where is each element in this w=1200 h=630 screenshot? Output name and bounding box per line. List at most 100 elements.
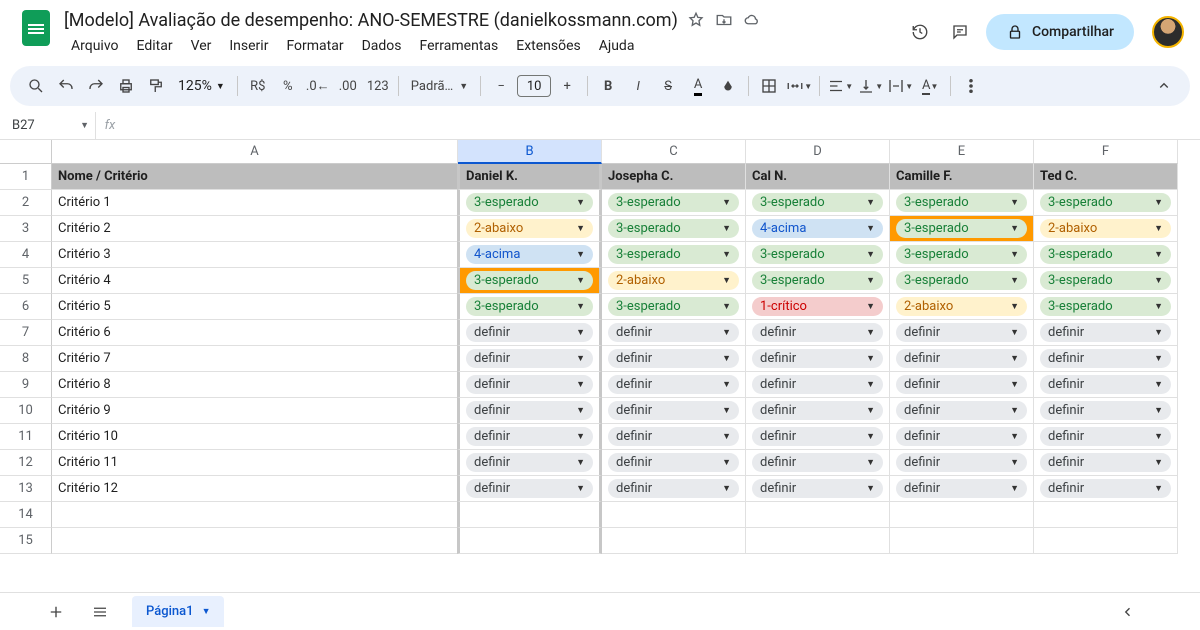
sheets-logo[interactable] (16, 8, 56, 48)
row-header-3[interactable]: 3 (0, 216, 52, 242)
col-header-B[interactable]: B (458, 140, 602, 164)
rating-chip[interactable]: definir▼ (1040, 323, 1171, 342)
rating-chip[interactable]: definir▼ (752, 427, 883, 446)
rating-chip[interactable]: 3-esperado▼ (466, 297, 593, 316)
rating-chip[interactable]: definir▼ (752, 479, 883, 498)
header-cell[interactable]: Nome / Critério (52, 164, 458, 190)
data-cell[interactable]: definir▼ (890, 476, 1034, 502)
percent-button[interactable]: % (274, 72, 302, 100)
data-cell[interactable]: definir▼ (1034, 372, 1178, 398)
col-header-F[interactable]: F (1034, 140, 1178, 164)
rating-chip[interactable]: definir▼ (752, 349, 883, 368)
menu-extensões[interactable]: Extensões (509, 34, 588, 58)
header-cell[interactable]: Ted C. (1034, 164, 1178, 190)
rating-chip[interactable]: 3-esperado▼ (608, 297, 739, 316)
rating-chip[interactable]: 3-esperado▼ (608, 219, 739, 238)
rating-chip[interactable]: definir▼ (896, 323, 1027, 342)
rating-chip[interactable]: definir▼ (608, 323, 739, 342)
row-header-6[interactable]: 6 (0, 294, 52, 320)
row-header-15[interactable]: 15 (0, 528, 52, 554)
data-cell[interactable]: definir▼ (1034, 346, 1178, 372)
criteria-label[interactable]: Critério 7 (52, 346, 458, 372)
select-all-corner[interactable] (0, 140, 52, 164)
rating-chip[interactable]: 3-esperado▼ (896, 271, 1027, 290)
data-cell[interactable]: 2-abaixo▼ (890, 294, 1034, 320)
criteria-label[interactable]: Critério 10 (52, 424, 458, 450)
rating-chip[interactable]: definir▼ (752, 453, 883, 472)
font-size-input[interactable]: 10 (517, 75, 551, 97)
header-cell[interactable]: Josepha C. (602, 164, 746, 190)
row-header-11[interactable]: 11 (0, 424, 52, 450)
rating-chip[interactable]: definir▼ (466, 401, 593, 420)
more-formats-button[interactable]: 123 (364, 72, 392, 100)
wrap-button[interactable]: ▼ (886, 72, 914, 100)
data-cell[interactable]: 3-esperado▼ (1034, 190, 1178, 216)
rating-chip[interactable]: definir▼ (466, 323, 593, 342)
rating-chip[interactable]: definir▼ (896, 349, 1027, 368)
zoom-select[interactable]: 125%▼ (172, 78, 231, 94)
data-cell[interactable]: 3-esperado▼ (746, 268, 890, 294)
rating-chip[interactable]: definir▼ (896, 479, 1027, 498)
row-header-12[interactable]: 12 (0, 450, 52, 476)
data-cell[interactable] (602, 502, 746, 528)
rating-chip[interactable]: 3-esperado▼ (466, 271, 593, 290)
rating-chip[interactable]: definir▼ (752, 323, 883, 342)
menu-ver[interactable]: Ver (184, 34, 219, 58)
data-cell[interactable]: definir▼ (1034, 424, 1178, 450)
account-avatar[interactable] (1152, 16, 1184, 48)
data-cell[interactable]: definir▼ (746, 450, 890, 476)
data-cell[interactable]: 3-esperado▼ (746, 242, 890, 268)
rating-chip[interactable]: 3-esperado▼ (752, 271, 883, 290)
borders-button[interactable] (755, 72, 783, 100)
data-cell[interactable]: definir▼ (746, 476, 890, 502)
row-header-13[interactable]: 13 (0, 476, 52, 502)
sheet-tab[interactable]: Página1▼ (132, 596, 224, 627)
data-cell[interactable]: 3-esperado▼ (1034, 294, 1178, 320)
rating-chip[interactable]: 2-abaixo▼ (896, 297, 1027, 316)
criteria-label[interactable]: Critério 11 (52, 450, 458, 476)
criteria-label[interactable]: Critério 1 (52, 190, 458, 216)
strikethrough-button[interactable]: S (654, 72, 682, 100)
rating-chip[interactable]: 4-acima▼ (466, 245, 593, 264)
data-cell[interactable]: definir▼ (746, 398, 890, 424)
increase-decimal-icon[interactable]: .00 (334, 72, 362, 100)
data-cell[interactable]: 4-acima▼ (746, 216, 890, 242)
data-cell[interactable] (746, 528, 890, 554)
data-cell[interactable]: definir▼ (746, 320, 890, 346)
menu-editar[interactable]: Editar (130, 34, 180, 58)
data-cell[interactable]: 3-esperado▼ (890, 268, 1034, 294)
increase-font-icon[interactable]: + (553, 72, 581, 100)
header-cell[interactable]: Cal N. (746, 164, 890, 190)
text-color-button[interactable]: A (684, 72, 712, 100)
rating-chip[interactable]: 3-esperado▼ (608, 245, 739, 264)
scroll-left-icon[interactable] (1116, 600, 1140, 624)
rating-chip[interactable]: 3-esperado▼ (896, 245, 1027, 264)
data-cell[interactable]: definir▼ (457, 320, 602, 346)
toolbar-more-icon[interactable] (957, 72, 985, 100)
data-cell[interactable]: definir▼ (746, 346, 890, 372)
formula-bar[interactable] (124, 112, 1200, 139)
data-cell[interactable]: 3-esperado▼ (890, 216, 1034, 242)
menu-inserir[interactable]: Inserir (222, 34, 275, 58)
rating-chip[interactable]: definir▼ (466, 375, 593, 394)
data-cell[interactable]: 3-esperado▼ (602, 190, 746, 216)
data-cell[interactable]: 3-esperado▼ (457, 294, 602, 320)
criteria-label[interactable]: Critério 6 (52, 320, 458, 346)
data-cell[interactable]: 3-esperado▼ (890, 190, 1034, 216)
row-header-9[interactable]: 9 (0, 372, 52, 398)
halign-button[interactable]: ▼ (826, 72, 854, 100)
data-cell[interactable]: 3-esperado▼ (1034, 242, 1178, 268)
rating-chip[interactable]: 3-esperado▼ (896, 219, 1027, 238)
data-cell[interactable]: definir▼ (602, 346, 746, 372)
rating-chip[interactable]: definir▼ (608, 453, 739, 472)
rating-chip[interactable]: definir▼ (752, 375, 883, 394)
criteria-label[interactable]: Critério 4 (52, 268, 458, 294)
comments-icon[interactable] (946, 18, 974, 46)
paint-format-icon[interactable] (142, 72, 170, 100)
criteria-label[interactable] (52, 528, 458, 554)
data-cell[interactable] (890, 502, 1034, 528)
data-cell[interactable] (890, 528, 1034, 554)
rating-chip[interactable]: definir▼ (1040, 453, 1171, 472)
cloud-status-icon[interactable] (742, 10, 762, 30)
criteria-label[interactable]: Critério 3 (52, 242, 458, 268)
